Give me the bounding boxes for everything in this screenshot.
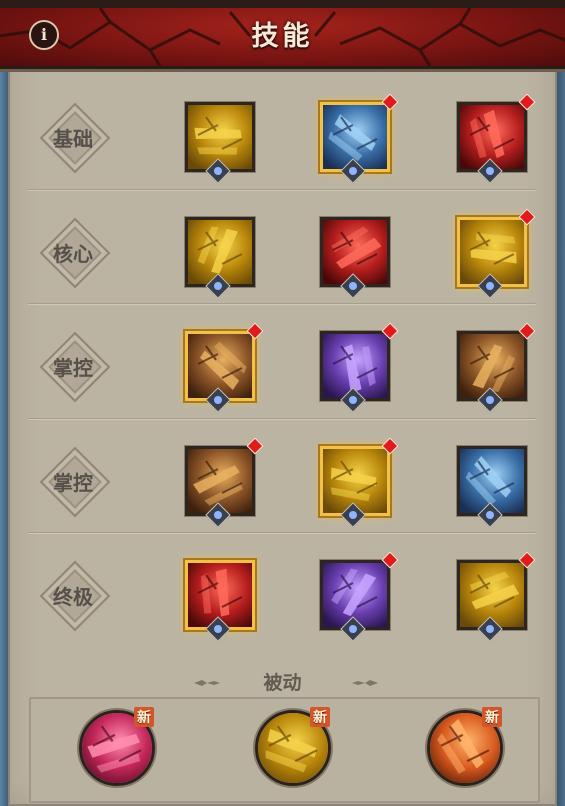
header-top-band: [0, 0, 565, 8]
skill-demon-summon-button[interactable]: [320, 551, 399, 642]
skill-blood-spear-button[interactable]: [185, 560, 255, 642]
skill-red-claw-button[interactable]: [320, 217, 390, 299]
row-category-text: 终极: [53, 585, 93, 609]
page-title: 技能: [251, 21, 314, 52]
header-bar: i 技能: [0, 0, 565, 69]
skill-golden-axe-button[interactable]: [185, 102, 255, 184]
row-category-text: 掌控: [53, 471, 93, 495]
row-category-text: 基础: [53, 127, 93, 151]
skill-war-cry-button[interactable]: [320, 437, 399, 528]
passive-title: 被动: [263, 672, 302, 694]
skill-hammer-burst-button[interactable]: [457, 208, 536, 299]
row-category-label: 终极: [39, 560, 111, 632]
skill-ice-slash-button[interactable]: [320, 93, 399, 184]
row-category-label: 掌控: [39, 331, 111, 403]
ornament-right-icon: [352, 680, 378, 686]
new-badge: 新: [134, 707, 154, 727]
skill-ground-slam-button[interactable]: [185, 437, 264, 528]
row-divider: [28, 418, 536, 419]
skill-golden-whirl-button[interactable]: [185, 217, 255, 299]
skill-fire-comet-button[interactable]: [185, 322, 264, 413]
skill-purple-burst-button[interactable]: [320, 322, 399, 413]
new-badge: 新: [482, 707, 502, 727]
skill-red-strike-button[interactable]: [457, 93, 536, 184]
row-divider: [28, 189, 536, 190]
skill-lightning-wall-button[interactable]: [457, 322, 536, 413]
row-category-text: 核心: [53, 242, 93, 266]
new-badge: 新: [310, 707, 330, 727]
row-divider: [28, 532, 536, 533]
row-category-label: 核心: [39, 217, 111, 289]
skill-frost-shout-button[interactable]: [457, 446, 527, 528]
row-category-text: 掌控: [53, 356, 93, 380]
row-divider: [28, 303, 536, 304]
row-category-label: 掌控: [39, 446, 111, 518]
passive-header: 被动: [0, 668, 565, 695]
row-category-label: 基础: [39, 102, 111, 174]
skill-golden-rage-button[interactable]: [457, 551, 536, 642]
ornament-left-icon: [194, 680, 220, 686]
